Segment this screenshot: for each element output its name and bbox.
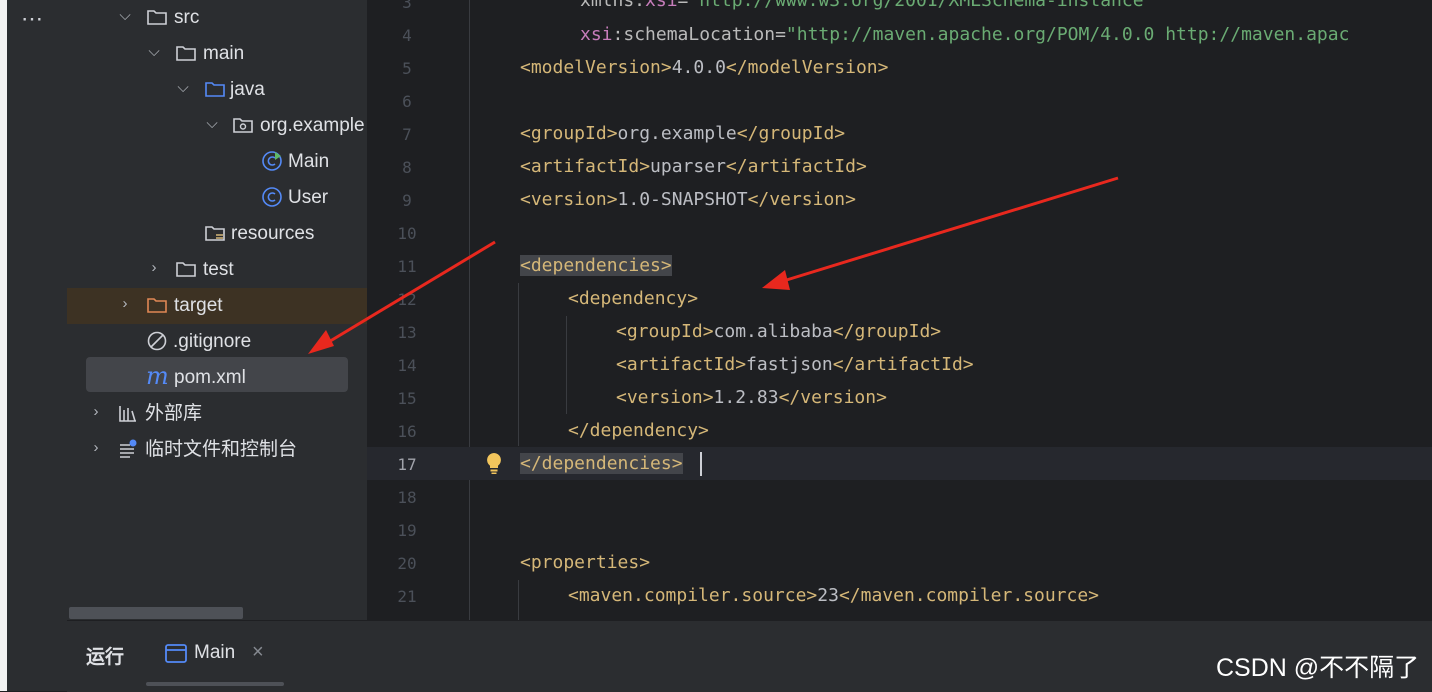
code-line-20: <properties>	[520, 552, 651, 573]
package-icon	[233, 118, 253, 133]
tree-item-label: .gitignore	[173, 331, 252, 352]
indent-guide	[518, 283, 519, 446]
tree-item-pom-xml[interactable]: m pom.xml	[67, 360, 367, 396]
line-number: 19	[397, 521, 417, 540]
tree-item-label: org.example	[260, 115, 365, 136]
tree-item-src[interactable]: ⌵ src	[67, 0, 367, 36]
ignore-file-icon	[147, 331, 167, 351]
line-number: 20	[397, 554, 417, 573]
tree-item-test[interactable]: › test	[67, 252, 367, 288]
chevron-right-icon[interactable]: ›	[88, 403, 104, 421]
code-line-12: <dependency>	[568, 288, 699, 309]
tree-item-external-libraries[interactable]: › 外部库	[67, 396, 367, 432]
chevron-down-icon[interactable]: ⌵	[117, 7, 133, 25]
tree-item-label: java	[230, 79, 265, 100]
tree-item-gitignore[interactable]: .gitignore	[67, 324, 367, 360]
active-tab-indicator	[146, 682, 284, 686]
chevron-down-icon[interactable]: ⌵	[146, 43, 162, 61]
code-line-3: xmlns:xsi="http://www.w3.org/2001/XMLSch…	[580, 0, 1155, 11]
tree-item-main[interactable]: ⌵ main	[67, 36, 367, 72]
chevron-down-icon[interactable]: ⌵	[175, 79, 191, 97]
tree-item-main-class[interactable]: Main	[67, 144, 367, 180]
tree-item-user-class[interactable]: User	[67, 180, 367, 216]
run-tab-main[interactable]: Main	[194, 642, 235, 664]
watermark: CSDN @不不隔了	[1216, 654, 1420, 682]
class-icon	[262, 187, 282, 207]
code-line-13: <groupId>com.alibaba</groupId>	[616, 321, 942, 342]
tree-item-scratches[interactable]: › 临时文件和控制台	[67, 432, 367, 468]
indent-guide	[518, 580, 519, 620]
tree-item-label: Main	[288, 151, 330, 172]
line-number: 21	[397, 587, 417, 606]
line-number: 13	[397, 323, 417, 342]
horizontal-scrollbar[interactable]	[69, 607, 243, 619]
tree-item-label: src	[174, 7, 200, 28]
close-icon[interactable]: ×	[252, 641, 264, 664]
text-caret	[700, 452, 702, 476]
code-line-15: <version>1.2.83</version>	[616, 387, 887, 408]
scratches-icon	[120, 439, 137, 458]
line-number: 14	[397, 356, 417, 375]
line-number: 9	[402, 191, 412, 210]
line-number: 18	[397, 488, 417, 507]
code-line-17: </dependencies>	[520, 453, 683, 474]
code-line-7: <groupId>org.example</groupId>	[520, 123, 846, 144]
tree-item-label: User	[288, 187, 329, 208]
project-tree: ⌵ src ⌵ main ⌵ java ⌵ org.example Main U…	[67, 0, 367, 620]
tree-item-label: 临时文件和控制台	[145, 439, 298, 460]
line-number: 4	[402, 26, 412, 45]
line-number: 11	[397, 257, 417, 276]
tree-item-label: pom.xml	[174, 367, 246, 388]
line-number: 15	[397, 389, 417, 408]
line-number: 3	[402, 0, 412, 12]
line-number: 10	[397, 224, 417, 243]
folder-icon	[176, 262, 196, 277]
code-line-14: <artifactId>fastjson</artifactId>	[616, 354, 974, 375]
tree-item-label: target	[174, 295, 223, 316]
lightbulb-icon[interactable]	[484, 451, 504, 475]
code-line-8: <artifactId>uparser</artifactId>	[520, 156, 867, 177]
chevron-right-icon[interactable]: ›	[117, 295, 133, 313]
window-edge	[0, 0, 7, 691]
code-line-21: <maven.compiler.source>23</maven.compile…	[568, 585, 1100, 606]
tree-item-label: 外部库	[145, 403, 203, 424]
tree-item-java[interactable]: ⌵ java	[67, 72, 367, 108]
line-number: 16	[397, 422, 417, 441]
line-number: 12	[397, 290, 417, 309]
library-icon	[119, 406, 136, 422]
resources-folder-icon	[205, 226, 225, 241]
run-tool-window-label[interactable]: 运行	[86, 642, 124, 669]
line-number: 8	[402, 158, 412, 177]
tree-item-label: main	[203, 43, 245, 64]
tree-item-label: test	[203, 259, 234, 280]
code-line-5: <modelVersion>4.0.0</modelVersion>	[520, 57, 889, 78]
tree-item-label: resources	[231, 223, 315, 244]
runnable-class-icon	[262, 151, 282, 171]
code-line-9: <version>1.0-SNAPSHOT</version>	[520, 189, 856, 210]
indent-guide	[566, 316, 567, 414]
line-number: 7	[402, 125, 412, 144]
chevron-down-icon[interactable]: ⌵	[204, 115, 220, 133]
maven-file-icon: m	[146, 362, 169, 390]
chevron-right-icon[interactable]: ›	[88, 439, 104, 457]
folder-icon	[147, 10, 167, 25]
chevron-right-icon[interactable]: ›	[146, 259, 162, 277]
tree-item-org-example[interactable]: ⌵ org.example	[67, 108, 367, 144]
console-icon	[165, 644, 187, 663]
tool-window-bar: ⋯	[7, 0, 68, 691]
source-folder-icon	[205, 82, 225, 97]
code-line-4: xsi:schemaLocation="http://maven.apache.…	[580, 24, 1350, 45]
folder-icon	[176, 46, 196, 61]
more-actions-icon[interactable]: ⋯	[21, 6, 44, 32]
tree-item-resources[interactable]: resources	[67, 216, 367, 252]
line-number: 5	[402, 59, 412, 78]
line-number: 6	[402, 92, 412, 111]
code-line-16: </dependency>	[568, 420, 709, 441]
tree-item-target[interactable]: › target	[67, 288, 367, 324]
code-line-11: <dependencies>	[520, 255, 672, 276]
line-number-current: 17	[397, 455, 417, 474]
excluded-folder-icon	[147, 298, 167, 313]
